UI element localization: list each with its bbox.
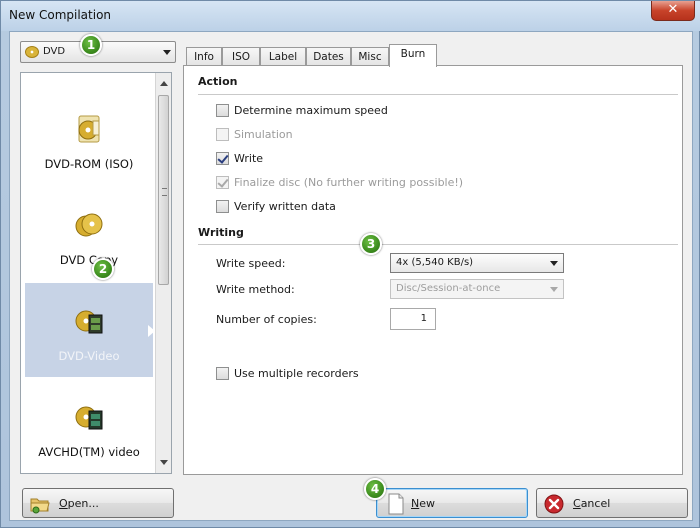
list-item-avchd[interactable]: AVCHD(TM) video [25, 379, 153, 473]
window-title: New Compilation [9, 8, 112, 22]
write-speed-label: Write speed: [216, 257, 286, 270]
write-speed-select[interactable]: 4x (5,540 KB/s) [390, 253, 564, 273]
grip-icon [162, 188, 167, 196]
checkbox[interactable] [216, 104, 229, 117]
cancel-icon [544, 494, 564, 514]
checkbox[interactable] [216, 128, 229, 141]
copies-input[interactable]: 1 [390, 308, 436, 330]
scrollbar-thumb[interactable] [158, 95, 169, 285]
checkbox-label: Determine maximum speed [234, 104, 388, 117]
burn-tab-panel: Action Determine maximum speed Simulatio… [183, 65, 683, 475]
cancel-label-rest: ancel [580, 497, 611, 510]
checkbox-label: Use multiple recorders [234, 367, 359, 380]
dialog-client-area: DVD 1 DVD-ROM (ISO) DVD Copy DVD-Video A… [9, 31, 693, 521]
copies-value: 1 [420, 313, 427, 324]
tab-iso[interactable]: ISO [222, 47, 260, 66]
write-method-label: Write method: [216, 283, 295, 296]
list-item-label: AVCHD(TM) video [38, 445, 140, 459]
tab-dates[interactable]: Dates [306, 47, 351, 66]
cancel-button[interactable]: Cancel [536, 488, 688, 518]
close-icon: ✕ [667, 2, 679, 17]
chevron-down-icon [550, 287, 558, 292]
open-button[interactable]: Open... [22, 488, 174, 518]
tab-info[interactable]: Info [186, 47, 222, 66]
checkbox-label: Verify written data [234, 200, 336, 213]
step-badge-2: 2 [92, 258, 114, 280]
list-item-dvd-copy[interactable]: DVD Copy [25, 187, 153, 281]
scroll-up-icon[interactable] [160, 81, 168, 86]
new-button-label: New [411, 497, 435, 510]
cancel-accelerator: C [573, 497, 581, 510]
step-badge-1: 1 [80, 34, 102, 56]
list-scrollbar[interactable] [155, 73, 171, 473]
checkbox[interactable] [216, 152, 229, 165]
open-label-rest: pen... [67, 497, 99, 510]
step-badge-4: 4 [364, 478, 386, 500]
copies-label: Number of copies: [216, 313, 317, 326]
write-speed-value: 4x (5,540 KB/s) [396, 257, 474, 268]
action-section-title: Action [198, 75, 238, 88]
dvd-rom-icon [78, 115, 100, 143]
compilation-type-value: DVD [43, 46, 66, 57]
chevron-down-icon [550, 261, 558, 266]
checkbox-label: Simulation [234, 128, 293, 141]
chevron-right-icon [148, 325, 155, 337]
title-bar[interactable]: New Compilation ✕ [1, 1, 700, 31]
writing-section-title: Writing [198, 226, 244, 239]
chevron-down-icon [163, 50, 171, 55]
list-item-dvd-rom[interactable]: DVD-ROM (ISO) [25, 91, 153, 185]
new-document-icon [388, 493, 404, 515]
step-badge-3: 3 [360, 233, 382, 255]
checkbox-label: Finalize disc (No further writing possib… [234, 176, 464, 189]
open-accelerator: O [59, 497, 68, 510]
new-label-rest: ew [419, 497, 435, 510]
disc-copy-icon [75, 213, 103, 237]
avchd-icon [75, 406, 103, 430]
tab-label[interactable]: Label [260, 47, 306, 66]
new-button[interactable]: New [376, 488, 528, 518]
write-method-select[interactable]: Disc/Session-at-once [390, 279, 564, 299]
checkbox-label: Write [234, 152, 264, 165]
list-item-dvd-video[interactable]: DVD-Video [25, 283, 155, 377]
dvd-disc-icon [25, 46, 39, 58]
new-compilation-window: New Compilation ✕ DVD 1 DVD-ROM (ISO) DV… [0, 0, 700, 528]
write-method-value: Disc/Session-at-once [396, 283, 501, 294]
checkbox[interactable] [216, 367, 229, 380]
open-button-label: Open... [59, 497, 99, 510]
folder-icon [30, 498, 50, 514]
cancel-button-label: Cancel [573, 497, 610, 510]
close-button[interactable]: ✕ [651, 1, 695, 21]
checkbox[interactable] [216, 176, 229, 189]
dvd-video-icon [75, 310, 103, 334]
scroll-down-icon[interactable] [160, 460, 168, 465]
tab-misc[interactable]: Misc [351, 47, 389, 66]
list-item-label: DVD Copy [59, 253, 119, 267]
checkbox[interactable] [216, 200, 229, 213]
list-item-label: DVD-ROM (ISO) [44, 157, 134, 171]
divider [198, 94, 678, 95]
tab-burn[interactable]: Burn [389, 44, 437, 67]
divider [198, 244, 678, 245]
new-accelerator: N [411, 497, 420, 510]
list-item-label: DVD-Video [58, 349, 120, 363]
